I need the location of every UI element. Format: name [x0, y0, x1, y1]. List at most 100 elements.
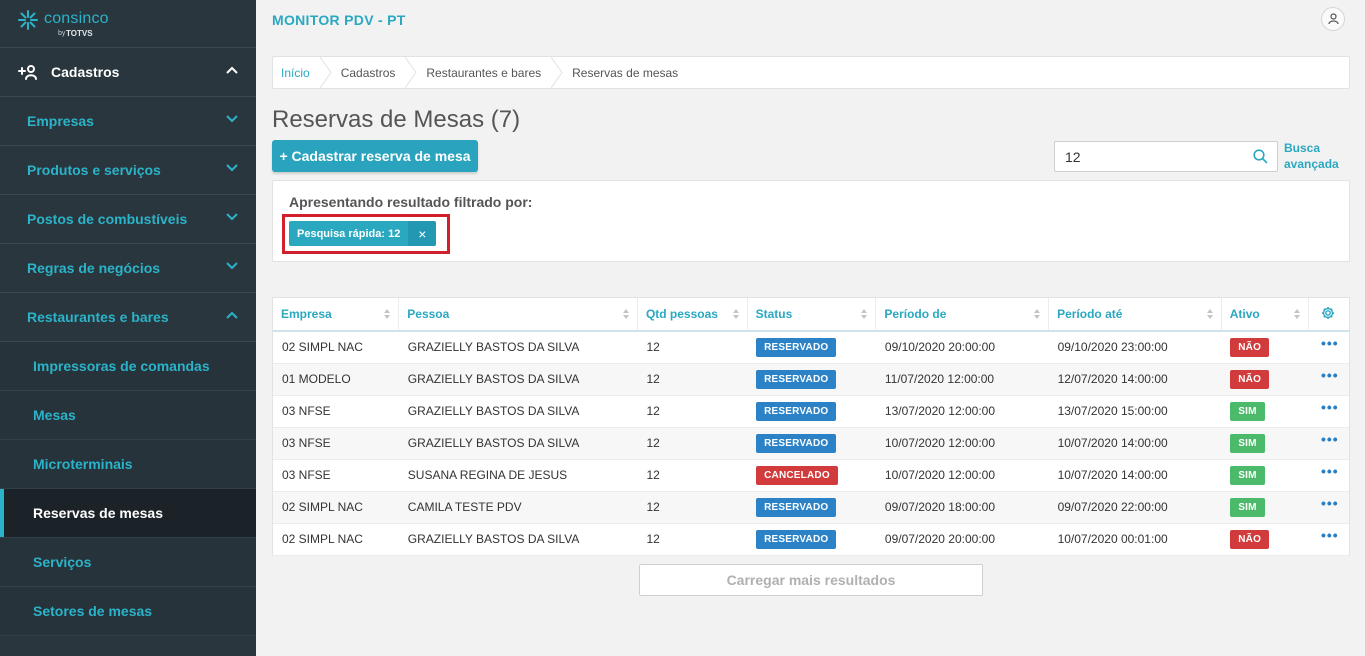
filter-title: Apresentando resultado filtrado por: [289, 194, 533, 210]
consinco-star-icon [18, 10, 38, 30]
column-header-empresa[interactable]: Empresa [273, 298, 400, 331]
sidebar-item-label: Postos de combustíveis [27, 211, 188, 227]
sidebar-item-produtos[interactable]: Produtos e serviços [0, 146, 256, 195]
page-title: Reservas de Mesas (7) [272, 106, 521, 133]
table-row[interactable]: 03 NFSE SUSANA REGINA DE JESUS 12 CANCEL… [273, 459, 1349, 491]
column-header-status[interactable]: Status [747, 298, 877, 331]
breadcrumb-item-inicio[interactable]: Início [273, 57, 332, 88]
reservations-table: Empresa Pessoa Qtd pessoas Status Períod… [272, 297, 1350, 556]
sidebar-item-restaurantes[interactable]: Restaurantes e bares [0, 293, 256, 342]
cell-pessoa: SUSANA REGINA DE JESUS [407, 468, 568, 482]
chevron-up-icon [226, 311, 238, 319]
filter-chip: Pesquisa rápida: 12 × [289, 221, 437, 246]
sort-icon [1293, 309, 1300, 319]
sidebar-item-label: Empresas [27, 113, 94, 129]
column-label: Período de [884, 307, 947, 321]
chevron-up-icon [226, 66, 238, 74]
sidebar-subitem-setores[interactable]: Setores de mesas [0, 587, 256, 636]
sidebar-item-postos[interactable]: Postos de combustíveis [0, 195, 256, 244]
active-badge: NÃO [1230, 369, 1270, 389]
search-icon[interactable] [1253, 149, 1268, 164]
sidebar-subitem-mesas[interactable]: Mesas [0, 391, 256, 440]
column-header-ativo[interactable]: Ativo [1221, 298, 1309, 331]
search-input[interactable] [1065, 149, 1245, 165]
column-header-periodo-ate[interactable]: Período até [1048, 298, 1222, 331]
cell-status: RESERVADO [747, 523, 876, 555]
column-label: Qtd pessoas [645, 307, 718, 321]
more-icon[interactable]: ••• [1321, 399, 1339, 415]
chevron-down-icon [226, 262, 238, 270]
more-icon[interactable]: ••• [1321, 431, 1339, 447]
cell-periodo-de: 11/07/2020 12:00:00 [884, 372, 995, 386]
cell-periodo-ate: 10/07/2020 00:01:00 [1057, 532, 1168, 546]
advanced-search-link[interactable]: Busca avançada [1284, 140, 1340, 172]
sidebar-item-empresas[interactable]: Empresas [0, 97, 256, 146]
table-row[interactable]: 02 SIMPL NAC CAMILA TESTE PDV 12 RESERVA… [273, 491, 1349, 523]
more-icon[interactable]: ••• [1321, 463, 1339, 479]
close-icon[interactable]: × [408, 221, 437, 246]
logo-totvs: TOTVS [66, 29, 93, 38]
cell-ativo: SIM [1221, 459, 1308, 491]
sidebar-item-label: Produtos e serviços [27, 162, 161, 178]
table-row[interactable]: 02 SIMPL NAC GRAZIELLY BASTOS DA SILVA 1… [273, 331, 1349, 363]
cell-periodo-ate: 10/07/2020 14:00:00 [1057, 436, 1168, 450]
column-header-qtd[interactable]: Qtd pessoas [637, 298, 748, 331]
sidebar-item-regras[interactable]: Regras de negócios [0, 244, 256, 293]
active-badge: NÃO [1230, 529, 1270, 549]
add-reservation-button[interactable]: + Cadastrar reserva de mesa [272, 140, 478, 172]
cell-actions: ••• [1308, 331, 1349, 363]
cell-status: RESERVADO [747, 395, 876, 427]
chevron-down-icon [226, 115, 238, 123]
sidebar-subitem-label: Mesas [33, 407, 76, 423]
sidebar-item-label: Regras de negócios [27, 260, 161, 276]
cell-periodo-de: 10/07/2020 12:00:00 [884, 436, 995, 450]
user-menu-button[interactable] [1321, 7, 1345, 31]
sidebar-subitem-servicos[interactable]: Serviços [0, 538, 256, 587]
cell-periodo-de: 09/07/2020 20:00:00 [884, 532, 995, 546]
breadcrumb-label: Restaurantes e bares [426, 65, 542, 80]
breadcrumb-item-restaurantes[interactable]: Restaurantes e bares [417, 57, 563, 88]
breadcrumb-item-cadastros[interactable]: Cadastros [332, 57, 418, 88]
column-header-periodo-de[interactable]: Período de [875, 298, 1050, 331]
sidebar-subitem-microterminais[interactable]: Microterminais [0, 440, 256, 489]
cell-qtd: 12 [646, 500, 660, 514]
status-badge: RESERVADO [756, 433, 837, 453]
column-header-pessoa[interactable]: Pessoa [398, 298, 638, 331]
cell-actions: ••• [1308, 523, 1349, 555]
breadcrumb-label: Início [281, 65, 310, 80]
more-icon[interactable]: ••• [1321, 495, 1339, 511]
search-box [1054, 141, 1278, 172]
sidebar-subitem-label: Serviços [33, 554, 92, 570]
cell-pessoa: GRAZIELLY BASTOS DA SILVA [407, 340, 580, 355]
table-row[interactable]: 03 NFSE GRAZIELLY BASTOS DA SILVA 12 RES… [273, 395, 1349, 427]
sidebar-subitem-impressoras[interactable]: Impressoras de comandas [0, 342, 256, 391]
cell-ativo: NÃO [1221, 363, 1308, 395]
nav-section-cadastros[interactable]: Cadastros [0, 48, 256, 97]
load-more-button[interactable]: Carregar mais resultados [639, 564, 983, 596]
more-icon[interactable]: ••• [1321, 367, 1339, 383]
cell-periodo-ate: 12/07/2020 14:00:00 [1057, 372, 1168, 386]
table-row[interactable]: 02 SIMPL NAC GRAZIELLY BASTOS DA SILVA 1… [273, 523, 1349, 555]
more-icon[interactable]: ••• [1321, 527, 1339, 543]
sidebar-subitem-reservas[interactable]: Reservas de mesas [0, 489, 256, 538]
cell-status: RESERVADO [747, 363, 876, 395]
cell-qtd: 12 [646, 436, 660, 450]
table-row[interactable]: 03 NFSE GRAZIELLY BASTOS DA SILVA 12 RES… [273, 427, 1349, 459]
breadcrumb-separator [405, 57, 417, 88]
cell-periodo-ate: 09/07/2020 22:00:00 [1057, 500, 1168, 514]
cell-periodo-ate: 13/07/2020 15:00:00 [1057, 404, 1168, 418]
table-row[interactable]: 01 MODELO GRAZIELLY BASTOS DA SILVA 12 R… [273, 363, 1349, 395]
status-badge: CANCELADO [756, 465, 838, 485]
logo[interactable]: consinco by TOTVS [0, 0, 256, 48]
cell-actions: ••• [1308, 395, 1349, 427]
more-icon[interactable]: ••• [1321, 335, 1339, 351]
sidebar: consinco by TOTVS Cadastros Empresas Pro… [0, 0, 256, 656]
cell-actions: ••• [1308, 363, 1349, 395]
cell-ativo: NÃO [1221, 331, 1308, 363]
cell-pessoa: CAMILA TESTE PDV [407, 500, 522, 514]
cell-qtd: 12 [646, 340, 660, 355]
table-settings[interactable] [1308, 298, 1349, 331]
cell-qtd: 12 [646, 372, 660, 386]
column-label: Pessoa [407, 307, 450, 321]
advanced-search-label: Busca avançada [1284, 141, 1339, 171]
